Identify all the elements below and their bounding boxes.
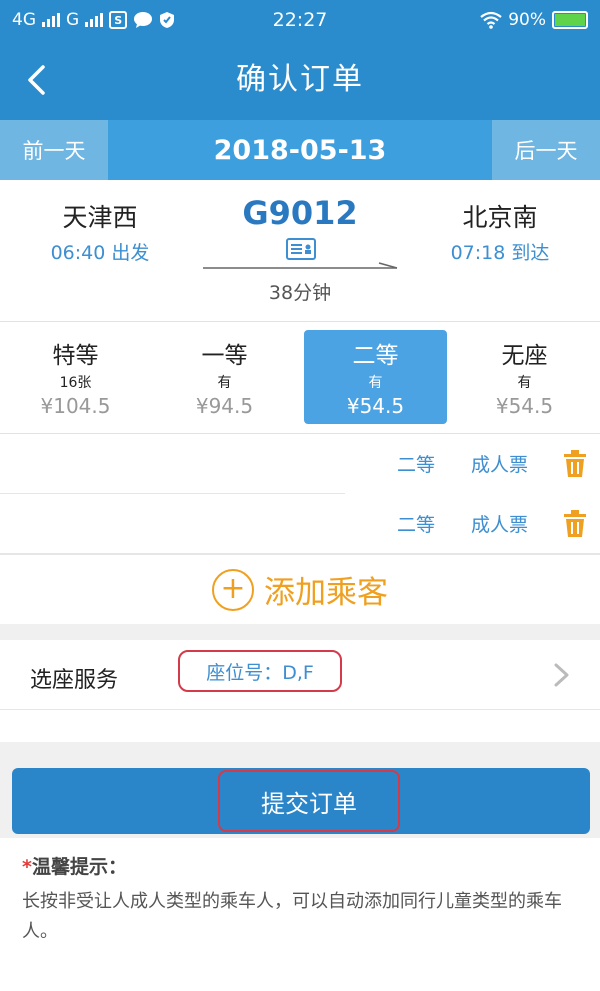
departure-station: 天津西 06:40 出发 bbox=[0, 198, 200, 265]
seat-number-value: 座位号：D,F bbox=[178, 650, 342, 692]
train-number[interactable]: G9012 bbox=[200, 194, 400, 232]
prev-day-button[interactable]: 前一天 bbox=[0, 120, 108, 180]
ticket-icon[interactable] bbox=[286, 238, 316, 260]
add-passenger-button[interactable]: + 添加乘客 bbox=[0, 554, 600, 624]
seat-class-name: 特等 bbox=[52, 343, 99, 369]
chat-bubble-icon bbox=[134, 12, 153, 28]
seat-price: ¥54.5 bbox=[495, 394, 554, 418]
seat-availability: 有 bbox=[217, 375, 232, 391]
travel-duration: 38分钟 bbox=[268, 282, 332, 304]
seat-class-option-selected[interactable]: 二等 有 ¥54.5 bbox=[304, 330, 447, 424]
tips-text: 长按非受让人成人类型的乘车人，可以自动添加同行儿童类型的乘车人。 bbox=[22, 891, 562, 942]
blank-row bbox=[0, 710, 600, 742]
travel-date: 2018-05-13 bbox=[213, 134, 387, 166]
seat-class-option[interactable]: 无座 有 ¥54.5 bbox=[453, 330, 596, 424]
date-bar: 前一天 2018-05-13 后一天 bbox=[0, 120, 600, 180]
passenger-ticket-type[interactable]: 成人票 bbox=[471, 510, 528, 537]
notification-s-icon: S bbox=[109, 11, 128, 29]
trash-icon[interactable] bbox=[563, 450, 587, 478]
signal-icon bbox=[42, 13, 60, 27]
tips-panel: *温馨提示： 长按非受让人成人类型的乘车人，可以自动添加同行儿童类型的乘车人。 bbox=[0, 838, 600, 991]
seat-availability: 有 bbox=[517, 375, 532, 391]
tips-heading: *温馨提示： bbox=[22, 852, 578, 879]
seat-service-row[interactable]: 选座服务 座位号：D,F bbox=[0, 640, 600, 710]
seat-price: ¥104.5 bbox=[40, 394, 111, 418]
seat-class-option[interactable]: 特等 16张 ¥104.5 bbox=[4, 330, 147, 424]
add-passenger-label: 添加乘客 bbox=[264, 575, 388, 611]
status-bar: 4G G S 22:27 90% bbox=[0, 0, 600, 40]
departure-time: 06:40 出发 bbox=[50, 242, 150, 264]
seat-class-name: 无座 bbox=[501, 343, 548, 369]
nav-bar: 确认订单 bbox=[0, 40, 600, 120]
passenger-seat-class: 二等 bbox=[397, 514, 436, 536]
seat-price: ¥94.5 bbox=[195, 394, 254, 418]
back-button[interactable] bbox=[26, 60, 66, 100]
passenger-ticket-type[interactable]: 成人票 bbox=[471, 450, 528, 477]
passenger-row[interactable]: 二等 成人票 bbox=[0, 494, 600, 554]
next-day-button[interactable]: 后一天 bbox=[492, 120, 600, 180]
seat-class-name: 一等 bbox=[201, 343, 248, 369]
arrival-station: 北京南 07:18 到达 bbox=[400, 198, 600, 265]
seat-service-label: 选座服务 bbox=[30, 668, 119, 693]
seat-price: ¥54.5 bbox=[346, 394, 405, 418]
arrival-station-name: 北京南 bbox=[462, 203, 538, 232]
passenger-row[interactable]: 二等 成人票 bbox=[0, 434, 600, 494]
arrival-time: 07:18 到达 bbox=[450, 242, 550, 264]
passenger-seat-class: 二等 bbox=[397, 454, 436, 476]
seat-class-name: 二等 bbox=[352, 343, 399, 369]
seat-class-selector: 特等 16张 ¥104.5 一等 有 ¥94.5 二等 有 ¥54.5 无座 有… bbox=[0, 322, 600, 434]
arrow-line-icon bbox=[203, 262, 398, 269]
submit-order-label[interactable]: 提交订单 bbox=[218, 770, 400, 832]
wifi-icon bbox=[480, 11, 502, 29]
tips-title: 温馨提示： bbox=[31, 856, 127, 878]
departure-station-name: 天津西 bbox=[62, 203, 138, 232]
plus-circle-icon: + bbox=[212, 568, 254, 611]
trash-icon[interactable] bbox=[563, 510, 587, 538]
seat-availability: 有 bbox=[368, 375, 383, 391]
chevron-left-icon bbox=[28, 65, 45, 95]
shield-icon bbox=[160, 12, 175, 28]
battery-percent: 90% bbox=[508, 10, 546, 30]
seat-class-option[interactable]: 一等 有 ¥94.5 bbox=[153, 330, 296, 424]
network-4g-label: 4G bbox=[12, 10, 36, 30]
seat-availability: 16张 bbox=[59, 375, 92, 391]
signal-icon-2 bbox=[85, 13, 104, 27]
chevron-right-icon bbox=[554, 663, 569, 687]
network-g-label: G bbox=[66, 10, 80, 30]
page-title: 确认订单 bbox=[236, 62, 364, 97]
train-info: 天津西 06:40 出发 G9012 38分钟 北京南 07:18 到达 bbox=[0, 180, 600, 322]
required-star: * bbox=[22, 856, 32, 878]
battery-icon bbox=[552, 11, 588, 29]
